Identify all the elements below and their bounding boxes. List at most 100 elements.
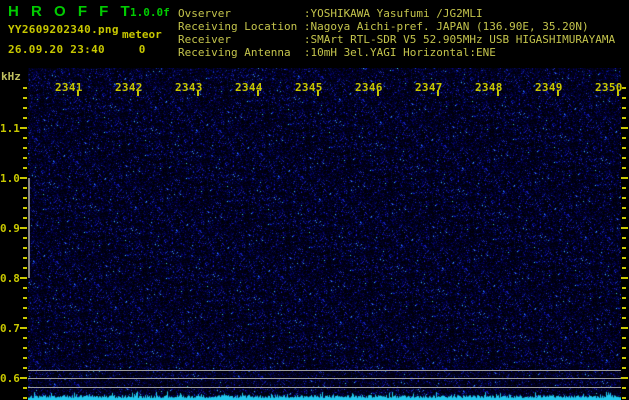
freq-minor-tick-left <box>23 147 27 149</box>
app-version: 1.0.0f <box>130 6 170 19</box>
mode-label: meteor <box>122 28 162 41</box>
spectrogram-canvas <box>28 68 621 400</box>
time-tick-mark <box>617 90 619 96</box>
freq-minor-tick-right <box>622 317 626 319</box>
reference-line-lower <box>28 387 621 388</box>
freq-minor-tick-left <box>23 367 27 369</box>
freq-minor-tick-right <box>622 347 626 349</box>
time-tick-mark <box>497 90 499 96</box>
freq-tick-label: 0.8 <box>0 272 20 285</box>
freq-minor-tick-left <box>23 167 27 169</box>
freq-minor-tick-left <box>23 237 27 239</box>
freq-minor-tick-right <box>622 157 626 159</box>
freq-minor-tick-left <box>23 307 27 309</box>
freq-minor-tick-left <box>23 107 27 109</box>
freq-minor-tick-left <box>23 347 27 349</box>
freq-tick-label: 0.9 <box>0 222 20 235</box>
freq-axis-unit-label: kHz <box>1 70 21 83</box>
time-tick-mark <box>377 90 379 96</box>
station-info: Ovserver :YOSHIKAWA Yasufumi /JG2MLI Rece… <box>178 7 615 59</box>
time-tick-mark <box>557 90 559 96</box>
freq-minor-tick-right <box>622 357 626 359</box>
freq-minor-tick-right <box>622 237 626 239</box>
reference-line-upper <box>28 370 621 371</box>
freq-minor-tick-right <box>622 207 626 209</box>
freq-minor-tick-right <box>622 107 626 109</box>
time-tick-mark <box>137 90 139 96</box>
location-label: Receiving Location <box>178 20 298 33</box>
freq-major-tick-left <box>20 177 27 179</box>
freq-minor-tick-left <box>23 257 27 259</box>
receiver-label: Receiver <box>178 33 231 46</box>
freq-minor-tick-left <box>23 247 27 249</box>
output-filename: YY2609202340.png <box>8 23 119 36</box>
station-info-row-observer: Ovserver :YOSHIKAWA Yasufumi /JG2MLI <box>178 7 615 20</box>
app-title: H R O F F T <box>8 3 134 20</box>
freq-major-tick-right <box>621 177 628 179</box>
freq-tick-label: 1.1 <box>0 122 20 135</box>
time-tick-mark <box>77 90 79 96</box>
freq-minor-tick-left <box>23 217 27 219</box>
freq-minor-tick-right <box>622 367 626 369</box>
freq-minor-tick-right <box>622 117 626 119</box>
time-tick-mark <box>317 90 319 96</box>
freq-major-tick-right <box>621 377 628 379</box>
reference-line-middle <box>28 378 621 379</box>
freq-minor-tick-left <box>23 117 27 119</box>
freq-minor-tick-right <box>622 387 626 389</box>
freq-major-tick-right <box>621 127 628 129</box>
freq-minor-tick-left <box>23 157 27 159</box>
freq-major-tick-right <box>621 277 628 279</box>
left-edge-marker-line <box>28 178 30 278</box>
freq-tick-label: 1.0 <box>0 172 20 185</box>
freq-minor-tick-left <box>23 97 27 99</box>
freq-minor-tick-right <box>622 337 626 339</box>
freq-minor-tick-right <box>622 257 626 259</box>
observer-value: :YOSHIKAWA Yasufumi /JG2MLI <box>303 7 483 20</box>
freq-minor-tick-right <box>622 217 626 219</box>
freq-minor-tick-right <box>622 167 626 169</box>
location-value: :Nagoya Aichi-pref. JAPAN (136.90E, 35.2… <box>303 20 589 33</box>
freq-minor-tick-left <box>23 287 27 289</box>
freq-minor-tick-left <box>23 397 27 399</box>
freq-minor-tick-right <box>622 137 626 139</box>
antenna-label: Receiving Antenna <box>178 46 291 59</box>
freq-minor-tick-right <box>622 197 626 199</box>
freq-tick-label: 0.7 <box>0 322 20 335</box>
freq-minor-tick-right <box>622 87 626 89</box>
station-info-row-antenna: Receiving Antenna :10mH 3el.YAGI Horizont… <box>178 46 615 59</box>
freq-minor-tick-left <box>23 187 27 189</box>
time-tick-mark <box>437 90 439 96</box>
freq-tick-label: 0.6 <box>0 372 20 385</box>
freq-minor-tick-left <box>23 197 27 199</box>
freq-minor-tick-left <box>23 387 27 389</box>
freq-minor-tick-left <box>23 337 27 339</box>
freq-minor-tick-right <box>622 297 626 299</box>
freq-major-tick-right <box>621 327 628 329</box>
freq-major-tick-left <box>20 277 27 279</box>
station-info-row-receiver: Receiver:SMArt RTL-SDR V5 52.905MHz USB … <box>178 33 615 46</box>
freq-major-tick-left <box>20 377 27 379</box>
freq-major-tick-left <box>20 227 27 229</box>
antenna-value: :10mH 3el.YAGI Horizontal:ENE <box>303 46 496 59</box>
freq-minor-tick-left <box>23 207 27 209</box>
freq-major-tick-left <box>20 127 27 129</box>
freq-minor-tick-left <box>23 267 27 269</box>
freq-minor-tick-left <box>23 357 27 359</box>
freq-minor-tick-left <box>23 87 27 89</box>
freq-minor-tick-right <box>622 307 626 309</box>
observer-label: Ovserver <box>178 7 231 20</box>
freq-minor-tick-right <box>622 247 626 249</box>
freq-major-tick-right <box>621 227 628 229</box>
freq-minor-tick-right <box>622 187 626 189</box>
freq-minor-tick-right <box>622 147 626 149</box>
freq-major-tick-left <box>20 327 27 329</box>
timestamp: 26.09.20 23:40 <box>8 43 105 56</box>
freq-minor-tick-left <box>23 297 27 299</box>
freq-minor-tick-right <box>622 397 626 399</box>
meteor-echo-count: 0 <box>138 43 146 56</box>
freq-minor-tick-left <box>23 317 27 319</box>
freq-minor-tick-right <box>622 97 626 99</box>
hrofft-window: H R O F F T 1.0.0f YY2609202340.png mete… <box>0 0 629 400</box>
freq-minor-tick-right <box>622 267 626 269</box>
